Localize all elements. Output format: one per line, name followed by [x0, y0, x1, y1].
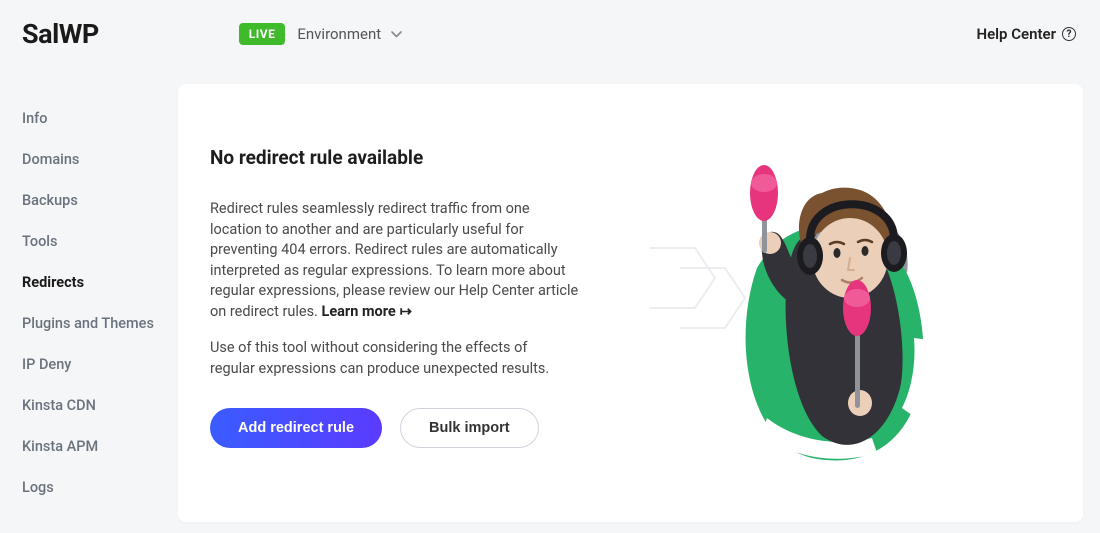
- sidebar: Info Domains Backups Tools Redirects Plu…: [0, 62, 178, 522]
- top-bar: SalWP LIVE Environment Help Center ?: [0, 0, 1100, 62]
- panel-warning: Use of this tool without considering the…: [210, 338, 570, 379]
- external-arrow-icon: ↦: [400, 303, 412, 320]
- sidebar-item-redirects[interactable]: Redirects: [22, 262, 178, 303]
- help-center-link[interactable]: Help Center ?: [976, 25, 1076, 43]
- sidebar-item-backups[interactable]: Backups: [22, 180, 178, 221]
- sidebar-item-plugins-themes[interactable]: Plugins and Themes: [22, 303, 178, 344]
- app-logo: SalWP: [22, 18, 99, 50]
- button-row: Add redirect rule Bulk import: [210, 408, 600, 448]
- panel-description: Redirect rules seamlessly redirect traff…: [210, 199, 580, 322]
- content-column: No redirect rule available Redirect rule…: [210, 128, 600, 478]
- sidebar-item-info[interactable]: Info: [22, 98, 178, 139]
- panel-title: No redirect rule available: [210, 146, 600, 169]
- environment-label: Environment: [297, 25, 381, 43]
- bulk-import-button[interactable]: Bulk import: [400, 408, 539, 448]
- help-icon: ?: [1062, 27, 1076, 41]
- sidebar-item-tools[interactable]: Tools: [22, 221, 178, 262]
- chevron-down-icon[interactable]: [391, 31, 402, 38]
- add-redirect-rule-button[interactable]: Add redirect rule: [210, 408, 382, 448]
- environment-badge: LIVE: [239, 23, 286, 45]
- sidebar-item-domains[interactable]: Domains: [22, 139, 178, 180]
- background-chevrons-icon: [640, 238, 800, 348]
- layout: Info Domains Backups Tools Redirects Plu…: [0, 62, 1100, 522]
- learn-more-link[interactable]: Learn more ↦: [321, 303, 411, 320]
- illustration-area: [620, 128, 1043, 478]
- help-center-label: Help Center: [976, 25, 1056, 43]
- sidebar-item-kinsta-cdn[interactable]: Kinsta CDN: [22, 385, 178, 426]
- sidebar-item-kinsta-apm[interactable]: Kinsta APM: [22, 426, 178, 467]
- main-panel: No redirect rule available Redirect rule…: [178, 84, 1083, 522]
- sidebar-item-ip-deny[interactable]: IP Deny: [22, 344, 178, 385]
- sidebar-item-logs[interactable]: Logs: [22, 467, 178, 508]
- learn-more-label: Learn more: [321, 303, 395, 320]
